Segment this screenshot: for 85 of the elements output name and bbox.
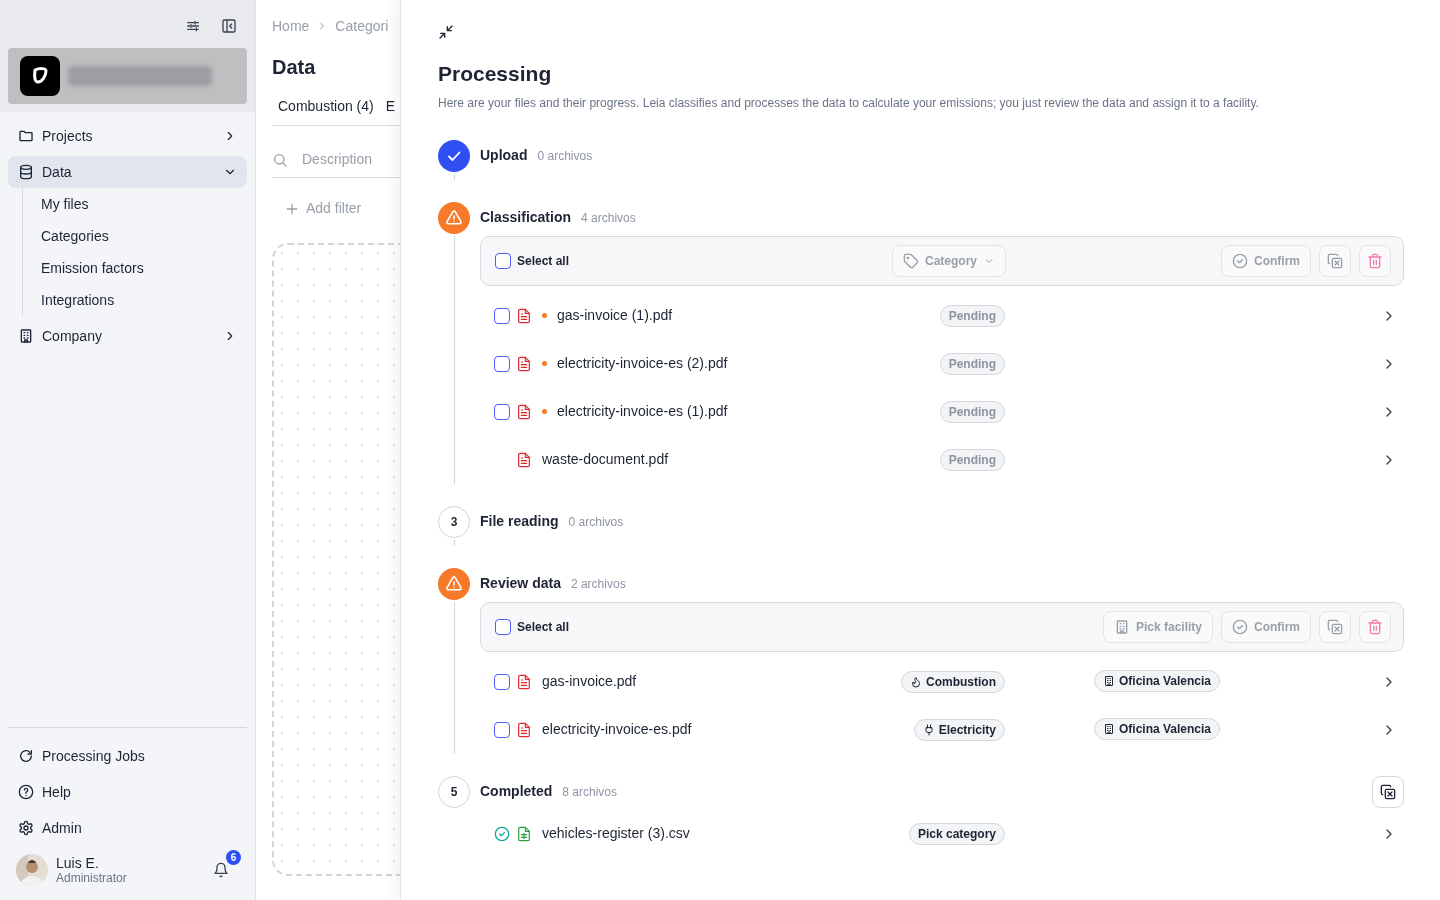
- settings-icon: [18, 820, 34, 836]
- file-name[interactable]: vehicles-register (3).csv: [542, 823, 690, 844]
- trash-icon: [1367, 618, 1383, 635]
- tag-icon: [903, 252, 919, 269]
- step-title: Upload: [480, 146, 528, 165]
- tab[interactable]: Combustion (4): [278, 96, 374, 117]
- checkbox-label: Select all: [517, 618, 570, 636]
- copy-x-icon: [1327, 618, 1343, 635]
- checkbox[interactable]: [494, 721, 510, 738]
- copy-x-icon: [1380, 783, 1396, 800]
- sliders-icon: [185, 18, 201, 34]
- file-count: 8 archivos: [562, 783, 618, 801]
- step-title: Completed: [480, 782, 553, 801]
- bell-icon: [213, 862, 229, 878]
- checkbox[interactable]: [494, 403, 510, 420]
- database-icon: [18, 164, 34, 180]
- file-name[interactable]: electricity-invoice-es.pdf: [542, 719, 692, 740]
- sidebar-icon: [221, 18, 237, 34]
- minimize-icon: [438, 24, 454, 40]
- document-icon: [516, 307, 532, 324]
- file-name[interactable]: electricity-invoice-es (2).pdf: [557, 353, 728, 374]
- file-count: 0 archivos: [537, 147, 593, 165]
- sidebar-item[interactable]: Data: [8, 156, 247, 188]
- category-pill[interactable]: Electricity: [913, 718, 1005, 741]
- file-name[interactable]: gas-invoice (1).pdf: [557, 305, 673, 326]
- notifications-button[interactable]: [211, 860, 231, 880]
- copy-x-icon: [1327, 252, 1343, 269]
- document-icon: [516, 355, 532, 372]
- panel-title: Processing: [438, 61, 553, 87]
- spreadsheet-icon: [516, 825, 532, 842]
- user-name: Luis E.: [56, 855, 100, 871]
- sidebar-item[interactable]: Processing Jobs: [8, 740, 247, 772]
- sidebar-subitem[interactable]: Emission factors: [41, 252, 255, 284]
- trash-icon: [1367, 252, 1383, 269]
- file-name[interactable]: electricity-invoice-es (1).pdf: [557, 401, 728, 422]
- workspace-switcher[interactable]: [8, 48, 247, 104]
- check-circle-icon: [1232, 618, 1248, 635]
- building-icon: [1103, 675, 1115, 687]
- building-icon: [1103, 723, 1115, 735]
- step-title: Review data: [480, 574, 561, 593]
- plug-icon: [922, 723, 935, 736]
- file-name[interactable]: gas-invoice.pdf: [542, 671, 637, 692]
- checkbox[interactable]: [494, 307, 510, 324]
- category-pill[interactable]: Combustion: [901, 670, 1005, 693]
- file-count: 4 archivos: [581, 209, 636, 227]
- file-count: 2 archivos: [570, 575, 626, 593]
- notification-badge: 6: [226, 850, 241, 865]
- sidebar-item[interactable]: Admin: [8, 812, 247, 844]
- logo-icon: [20, 56, 60, 96]
- checkbox-label: Select all: [517, 252, 570, 270]
- search-field[interactable]: Description: [302, 149, 400, 170]
- document-icon: [516, 403, 532, 420]
- checkbox[interactable]: [494, 355, 510, 372]
- file-count: 0 archivos: [568, 513, 624, 531]
- tab[interactable]: E: [385, 96, 396, 117]
- remove-copy-button[interactable]: [1372, 775, 1404, 808]
- sidebar-item[interactable]: Projects: [8, 120, 247, 152]
- refresh-icon: [18, 748, 34, 764]
- help-icon: [18, 784, 34, 800]
- file-name[interactable]: waste-document.pdf: [542, 449, 669, 470]
- folder-icon: [18, 128, 34, 144]
- document-icon: [516, 721, 532, 738]
- panel-description: Here are your files and their progress. Leia classifies and processes the data to calculate your emissions; you just review the data and assign it to a facility.: [438, 94, 1260, 112]
- checkbox[interactable]: [494, 673, 510, 690]
- document-icon: [516, 673, 532, 690]
- search-icon: [272, 151, 288, 168]
- step-title: File reading: [480, 512, 559, 531]
- flame-icon: [910, 675, 922, 688]
- sidebar-item[interactable]: Company: [8, 320, 247, 352]
- facility-pill[interactable]: Oficina Valencia: [1094, 670, 1221, 692]
- building-icon: [18, 328, 34, 344]
- step-title: Classification: [480, 208, 572, 227]
- category-pill[interactable]: Pick category: [908, 822, 1005, 845]
- sidebar-subitem[interactable]: My files: [41, 188, 255, 220]
- page-title: Data: [272, 55, 317, 80]
- sidebar-subitem[interactable]: Integrations: [41, 284, 255, 316]
- check-circle-icon: [1232, 252, 1248, 269]
- sidebar-subitem[interactable]: Categories: [41, 220, 255, 252]
- user-role: Administrator: [56, 871, 127, 885]
- checkbox[interactable]: [495, 618, 511, 635]
- facility-pill[interactable]: Oficina Valencia: [1094, 718, 1221, 740]
- document-icon: [516, 451, 532, 468]
- checkbox[interactable]: [495, 252, 511, 269]
- sidebar-item[interactable]: Help: [8, 776, 247, 808]
- collapse-sidebar-button[interactable]: [219, 16, 239, 36]
